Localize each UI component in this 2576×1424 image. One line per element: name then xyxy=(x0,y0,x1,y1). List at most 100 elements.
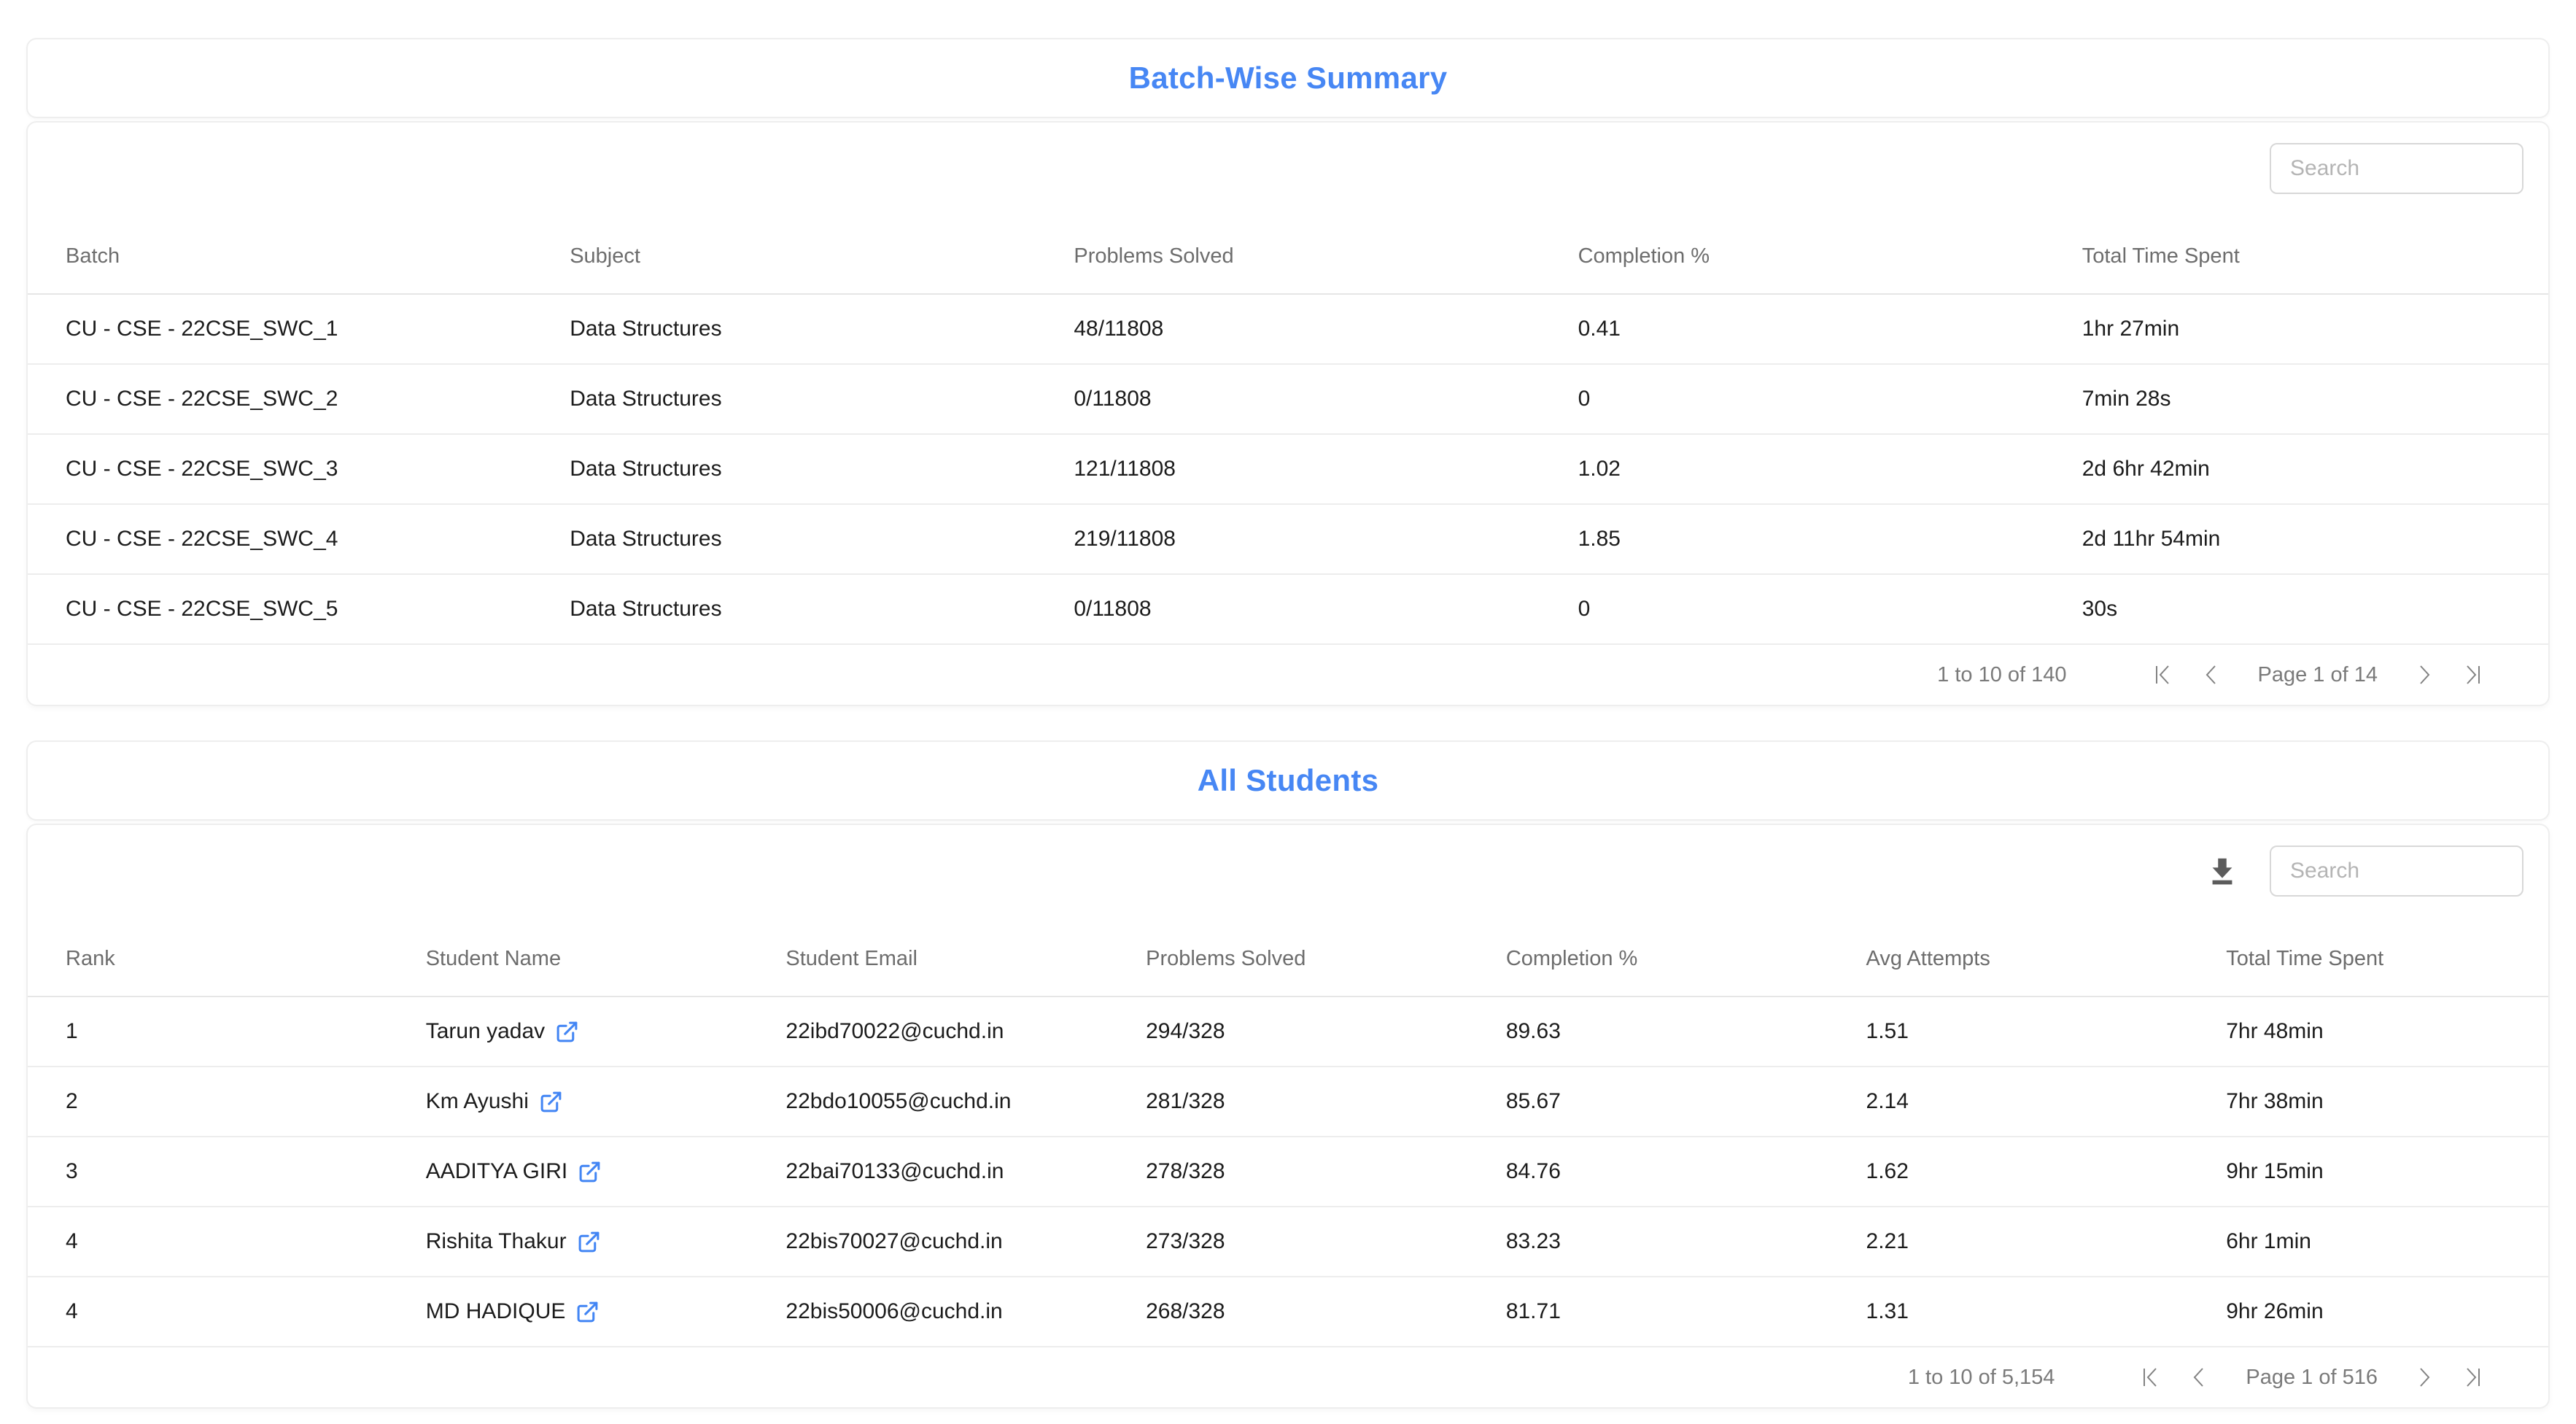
cell-completion: 83.23 xyxy=(1468,1229,1828,1254)
cell-completion: 85.67 xyxy=(1468,1089,1828,1114)
cell-total-time: 7min 28s xyxy=(2044,387,2548,411)
student-profile-link[interactable]: Rishita Thakur xyxy=(426,1229,601,1254)
cell-completion: 0.41 xyxy=(1540,317,2044,341)
students-search-input[interactable] xyxy=(2270,846,2523,897)
batch-summary-section: Batch-Wise Summary Batch Subject Problem… xyxy=(26,38,2550,706)
download-button[interactable] xyxy=(2205,854,2239,888)
cell-student-name: Tarun yadav xyxy=(388,1019,748,1044)
cell-total-time: 1hr 27min xyxy=(2044,317,2548,341)
cell-total-time: 30s xyxy=(2044,597,2548,622)
chevron-left-icon xyxy=(2186,1363,2214,1391)
first-page-button[interactable] xyxy=(2140,653,2188,697)
table-row: 2 Km Ayushi 22bdo10055@cuchd.in 281/328 … xyxy=(28,1067,2548,1137)
column-header-rank[interactable]: Rank xyxy=(28,947,388,971)
column-header-total-time[interactable]: Total Time Spent xyxy=(2188,947,2548,971)
student-profile-link[interactable]: Tarun yadav xyxy=(426,1019,579,1044)
students-pagination: 1 to 10 of 5,154 Page 1 of 516 xyxy=(28,1347,2548,1407)
external-link-icon xyxy=(555,1020,579,1044)
previous-page-button[interactable] xyxy=(2188,653,2236,697)
cell-completion: 1.85 xyxy=(1540,527,2044,552)
cell-total-time: 7hr 48min xyxy=(2188,1019,2548,1044)
cell-problems-solved: 219/11808 xyxy=(1036,527,1540,552)
previous-page-button[interactable] xyxy=(2176,1355,2224,1399)
last-page-button[interactable] xyxy=(2448,653,2496,697)
page-label: Page 1 of 516 xyxy=(2246,1366,2378,1390)
student-profile-link[interactable]: MD HADIQUE xyxy=(426,1299,600,1324)
table-row: CU - CSE - 22CSE_SWC_1 Data Structures 4… xyxy=(28,295,2548,365)
batch-summary-card: Batch Subject Problems Solved Completion… xyxy=(26,121,2550,706)
column-header-student-email[interactable]: Student Email xyxy=(748,947,1108,971)
column-header-total-time[interactable]: Total Time Spent xyxy=(2044,244,2548,268)
chevron-right-icon xyxy=(2410,1363,2437,1391)
student-name-text: Tarun yadav xyxy=(426,1019,545,1044)
column-header-student-name[interactable]: Student Name xyxy=(388,947,748,971)
column-header-completion[interactable]: Completion % xyxy=(1468,947,1828,971)
cell-subject: Data Structures xyxy=(532,457,1036,481)
cell-rank: 4 xyxy=(28,1299,388,1324)
all-students-toolbar xyxy=(28,825,2548,921)
all-students-title-bar: All Students xyxy=(26,740,2550,821)
cell-student-email: 22bis70027@cuchd.in xyxy=(748,1229,1108,1254)
cell-avg-attempts: 1.31 xyxy=(1828,1299,2189,1324)
cell-problems-solved: 278/328 xyxy=(1108,1159,1468,1184)
cell-total-time: 2d 6hr 42min xyxy=(2044,457,2548,481)
external-link-icon xyxy=(577,1230,601,1254)
row-range-label: 1 to 10 of 140 xyxy=(1937,663,2066,687)
cell-student-email: 22bai70133@cuchd.in xyxy=(748,1159,1108,1184)
table-row: 1 Tarun yadav 22ibd70022@cuchd.in 294/32… xyxy=(28,997,2548,1067)
column-header-batch[interactable]: Batch xyxy=(28,244,532,268)
cell-batch: CU - CSE - 22CSE_SWC_5 xyxy=(28,597,532,622)
cell-subject: Data Structures xyxy=(532,597,1036,622)
dashboard-page: Batch-Wise Summary Batch Subject Problem… xyxy=(0,0,2576,1409)
cell-subject: Data Structures xyxy=(532,527,1036,552)
cell-subject: Data Structures xyxy=(532,317,1036,341)
student-name-text: MD HADIQUE xyxy=(426,1299,566,1324)
column-header-subject[interactable]: Subject xyxy=(532,244,1036,268)
cell-avg-attempts: 2.21 xyxy=(1828,1229,2189,1254)
column-header-avg-attempts[interactable]: Avg Attempts xyxy=(1828,947,2189,971)
cell-avg-attempts: 1.62 xyxy=(1828,1159,2189,1184)
cell-avg-attempts: 1.51 xyxy=(1828,1019,2189,1044)
cell-rank: 2 xyxy=(28,1089,388,1114)
download-icon xyxy=(2205,854,2239,888)
student-profile-link[interactable]: Km Ayushi xyxy=(426,1089,563,1114)
cell-problems-solved: 294/328 xyxy=(1108,1019,1468,1044)
cell-student-name: Km Ayushi xyxy=(388,1089,748,1114)
cell-total-time: 7hr 38min xyxy=(2188,1089,2548,1114)
column-header-problems-solved[interactable]: Problems Solved xyxy=(1036,244,1540,268)
external-link-icon xyxy=(539,1090,563,1114)
cell-total-time: 2d 11hr 54min xyxy=(2044,527,2548,552)
cell-student-email: 22bdo10055@cuchd.in xyxy=(748,1089,1108,1114)
cell-completion: 0 xyxy=(1540,597,2044,622)
student-profile-link[interactable]: AADITYA GIRI xyxy=(426,1159,602,1184)
table-row: CU - CSE - 22CSE_SWC_2 Data Structures 0… xyxy=(28,365,2548,435)
cell-completion: 81.71 xyxy=(1468,1299,1828,1324)
next-page-button[interactable] xyxy=(2400,1355,2448,1399)
batch-summary-title: Batch-Wise Summary xyxy=(1129,61,1448,96)
cell-student-email: 22bis50006@cuchd.in xyxy=(748,1299,1108,1324)
batch-search-input[interactable] xyxy=(2270,143,2523,194)
table-row: CU - CSE - 22CSE_SWC_4 Data Structures 2… xyxy=(28,505,2548,575)
last-page-button[interactable] xyxy=(2448,1355,2496,1399)
cell-student-email: 22ibd70022@cuchd.in xyxy=(748,1019,1108,1044)
cell-problems-solved: 0/11808 xyxy=(1036,597,1540,622)
next-page-button[interactable] xyxy=(2400,653,2448,697)
first-page-button[interactable] xyxy=(2127,1355,2176,1399)
cell-student-name: Rishita Thakur xyxy=(388,1229,748,1254)
cell-student-name: MD HADIQUE xyxy=(388,1299,748,1324)
cell-total-time: 6hr 1min xyxy=(2188,1229,2548,1254)
cell-rank: 1 xyxy=(28,1019,388,1044)
external-link-icon xyxy=(575,1300,600,1324)
batch-summary-title-bar: Batch-Wise Summary xyxy=(26,38,2550,118)
page-label: Page 1 of 14 xyxy=(2258,663,2378,687)
table-row: CU - CSE - 22CSE_SWC_3 Data Structures 1… xyxy=(28,435,2548,505)
cell-student-name: AADITYA GIRI xyxy=(388,1159,748,1184)
cell-rank: 4 xyxy=(28,1229,388,1254)
cell-problems-solved: 0/11808 xyxy=(1036,387,1540,411)
cell-problems-solved: 281/328 xyxy=(1108,1089,1468,1114)
column-header-problems-solved[interactable]: Problems Solved xyxy=(1108,947,1468,971)
column-header-completion[interactable]: Completion % xyxy=(1540,244,2044,268)
cell-batch: CU - CSE - 22CSE_SWC_3 xyxy=(28,457,532,481)
cell-completion: 0 xyxy=(1540,387,2044,411)
cell-problems-solved: 121/11808 xyxy=(1036,457,1540,481)
